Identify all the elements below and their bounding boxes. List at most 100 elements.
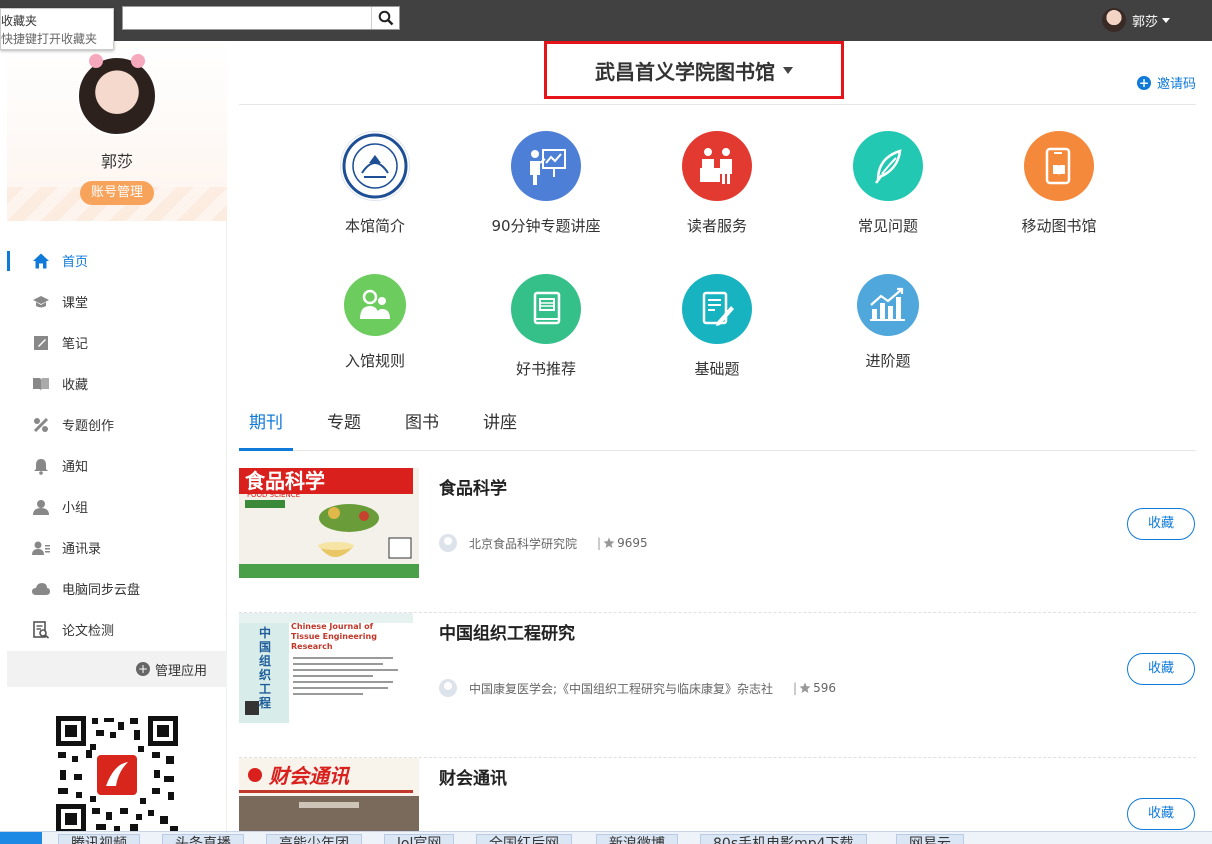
chevron-down-icon <box>1162 17 1170 23</box>
app-90min-lecture[interactable]: 90分钟专题讲座 <box>476 131 616 236</box>
journal-publisher: 北京食品科学研究院 <box>469 536 578 551</box>
svg-text:Chinese Journal of: Chinese Journal of <box>291 622 374 631</box>
sidebar-item-label: 小组 <box>62 501 89 516</box>
search-box[interactable] <box>122 6 400 30</box>
sidebar-item-label: 课堂 <box>62 296 89 311</box>
bookmark-item[interactable]: 80s手机电影mp4下载 <box>700 834 867 844</box>
sidebar-item-label: 收藏 <box>62 378 89 393</box>
app-reader-service[interactable]: 读者服务 <box>647 131 787 236</box>
search-icon[interactable] <box>0 832 42 844</box>
journal-title[interactable]: 财会通讯 <box>439 764 507 789</box>
home-icon <box>32 252 50 270</box>
app-label: 本馆简介 <box>344 217 405 235</box>
cloud-icon <box>32 580 50 598</box>
invite-code-label: 邀请码 <box>1156 77 1196 92</box>
tab-lectures[interactable]: 讲座 <box>473 404 527 450</box>
user-menu[interactable]: 郭莎 <box>1101 8 1170 32</box>
bookmark-item[interactable]: lol官网 <box>384 834 455 844</box>
sidebar: 郭莎 账号管理 首页 课堂 笔记 收藏 专题创作 通知 小组 通讯录 电脑同步云… <box>0 41 227 834</box>
document-search-icon <box>32 620 50 639</box>
cover-title: 食品科学 <box>245 469 325 493</box>
tab-topics[interactable]: 专题 <box>317 404 371 450</box>
manage-apps-label: 管理应用 <box>154 663 207 679</box>
invite-code-link[interactable]: + 邀请码 <box>1136 73 1196 92</box>
account-management-button[interactable]: 账号管理 <box>80 181 154 205</box>
collect-button[interactable]: 收藏 <box>1127 508 1195 540</box>
publisher-avatar-icon <box>439 679 457 697</box>
lecture-icon <box>511 131 581 201</box>
journal-title[interactable]: 食品科学 <box>439 474 507 499</box>
journal-item: 财会通讯 财会通讯 收藏 <box>239 758 1196 831</box>
contacts-icon <box>32 539 50 557</box>
journal-cover-food-science[interactable]: 食品科学 FOOD SCIENCE <box>239 468 419 578</box>
star-icon <box>603 537 615 548</box>
sidebar-item-home[interactable]: 首页 <box>7 240 227 281</box>
search-input[interactable] <box>123 7 371 29</box>
cover-title: 财会通讯 <box>268 764 351 788</box>
main-content: 武昌首义学院图书馆 + 邀请码 本馆简介 90分钟专题讲座 读者服务 常见问题 <box>239 41 1196 831</box>
book-recommend-icon <box>511 274 581 344</box>
search-button[interactable] <box>371 7 399 29</box>
journal-collect-count: | 9695 <box>597 536 648 550</box>
bookmark-tooltip-hint: 快捷键打开收藏夹 <box>1 32 98 46</box>
reader-service-icon <box>682 131 752 201</box>
divider <box>239 104 1196 105</box>
plus-circle-icon: + <box>135 662 150 676</box>
sidebar-item-favorites[interactable]: 收藏 <box>7 363 227 404</box>
app-book-recommend[interactable]: 好书推荐 <box>476 274 616 379</box>
sidebar-item-label: 通知 <box>62 460 89 475</box>
journal-meta: 北京食品科学研究院 | 9695 <box>439 534 648 552</box>
sidebar-item-groups[interactable]: 小组 <box>7 486 227 527</box>
sidebar-item-cloud-drive[interactable]: 电脑同步云盘 <box>7 568 227 609</box>
bar-chart-icon <box>857 274 919 336</box>
svg-text:中: 中 <box>259 625 271 640</box>
bookmark-tooltip: 收藏夹 快捷键打开收藏夹 <box>0 8 114 50</box>
sidebar-item-paper-check[interactable]: 论文检测 <box>7 609 227 650</box>
journal-count: 9695 <box>617 536 648 550</box>
bookmark-item[interactable]: 全国红后网 <box>476 834 572 844</box>
collect-button[interactable]: 收藏 <box>1127 798 1195 830</box>
sidebar-item-notes[interactable]: 笔记 <box>7 322 227 363</box>
svg-text:Research: Research <box>291 642 333 651</box>
bookmark-item[interactable]: 腾讯视频 <box>58 834 140 844</box>
journal-title[interactable]: 中国组织工程研究 <box>439 619 575 644</box>
app-label: 基础题 <box>694 360 740 378</box>
app-library-intro[interactable]: 本馆简介 <box>305 131 445 236</box>
app-mobile-library[interactable]: 移动图书馆 <box>989 131 1129 236</box>
sidebar-item-notifications[interactable]: 通知 <box>7 445 227 486</box>
sidebar-item-label: 论文检测 <box>62 624 115 639</box>
journal-cover-tissue-engineering[interactable]: Chinese Journal of Tissue Engineering Re… <box>239 613 419 723</box>
bookmark-item[interactable]: 网易云 <box>896 834 964 844</box>
content-tabs: 期刊 专题 图书 讲座 <box>239 404 1196 451</box>
svg-text:织: 织 <box>259 667 271 682</box>
sidebar-item-label: 通讯录 <box>62 542 102 557</box>
app-faq[interactable]: 常见问题 <box>818 131 958 236</box>
tab-journals[interactable]: 期刊 <box>239 404 293 451</box>
sidebar-item-contacts[interactable]: 通讯录 <box>7 527 227 568</box>
sidebar-item-classroom[interactable]: 课堂 <box>7 281 227 322</box>
qr-code-image <box>56 716 178 834</box>
app-label: 90分钟专题讲座 <box>491 217 601 235</box>
app-basic-questions[interactable]: 基础题 <box>647 274 787 379</box>
library-switcher[interactable]: 武昌首义学院图书馆 <box>544 41 844 99</box>
sidebar-item-label: 电脑同步云盘 <box>62 583 141 598</box>
feather-icon <box>853 131 923 201</box>
app-label: 常见问题 <box>857 217 918 235</box>
bookmark-item[interactable]: 头条直播 <box>162 834 244 844</box>
journal-collect-count: | 596 <box>793 681 836 695</box>
avatar[interactable] <box>77 54 157 136</box>
app-advanced-questions[interactable]: 进阶题 <box>818 274 958 371</box>
top-bar: 郭莎 <box>0 0 1212 41</box>
journal-meta: 中国康复医学会;《中国组织工程研究与临床康复》杂志社 | 596 <box>439 679 836 697</box>
bookmark-item[interactable]: 新浪微博 <box>596 834 678 844</box>
star-icon <box>799 682 811 693</box>
app-entry-rules[interactable]: 入馆规则 <box>305 274 445 371</box>
app-label: 读者服务 <box>686 217 747 235</box>
sidebar-item-topic-creation[interactable]: 专题创作 <box>7 404 227 445</box>
collect-button[interactable]: 收藏 <box>1127 653 1195 685</box>
bookmark-item[interactable]: 高能少年团 <box>266 834 362 844</box>
journal-cover-accounting[interactable]: 财会通讯 <box>239 758 419 831</box>
manage-apps-button[interactable]: + 管理应用 <box>7 651 227 687</box>
edit-document-icon <box>682 274 752 344</box>
tab-books[interactable]: 图书 <box>395 404 449 450</box>
